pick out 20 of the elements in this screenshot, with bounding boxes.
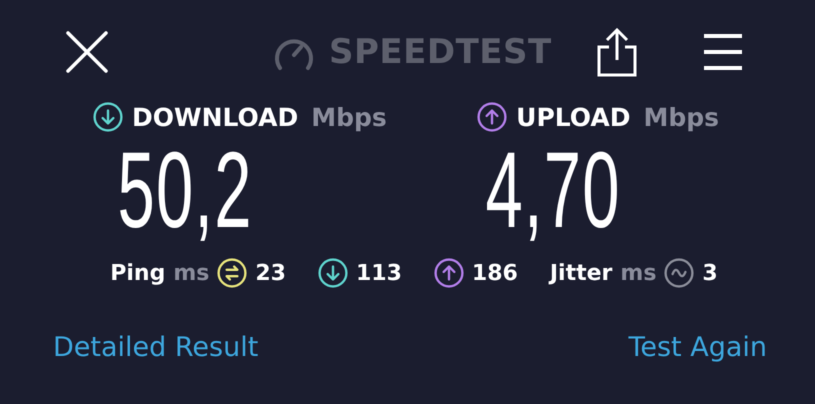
close-icon[interactable] xyxy=(65,30,109,74)
metric-label: DOWNLOAD xyxy=(132,102,298,132)
menu-icon[interactable] xyxy=(702,32,744,72)
stat-value: 186 xyxy=(472,260,518,286)
stat-label: Jitter xyxy=(550,260,612,286)
unit-label: ms xyxy=(620,260,656,286)
unit-label: ms xyxy=(173,260,210,286)
speed-value: 4,70 xyxy=(485,138,621,242)
app-logo-text: SPEEDTEST xyxy=(329,32,552,72)
metric-label: UPLOAD xyxy=(516,102,630,132)
stat-value: 3 xyxy=(702,260,718,286)
unit-label: Mbps xyxy=(643,102,720,132)
unit-label: Mbps xyxy=(311,102,387,132)
stat-value: 113 xyxy=(356,260,402,286)
stat-value: 23 xyxy=(255,260,286,286)
text-link[interactable]: Test Again xyxy=(628,332,767,363)
speed-value: 50,2 xyxy=(117,138,253,242)
share-icon[interactable] xyxy=(596,27,638,77)
stat-label: Ping xyxy=(110,260,166,286)
text-link[interactable]: Detailed Result xyxy=(53,332,258,363)
